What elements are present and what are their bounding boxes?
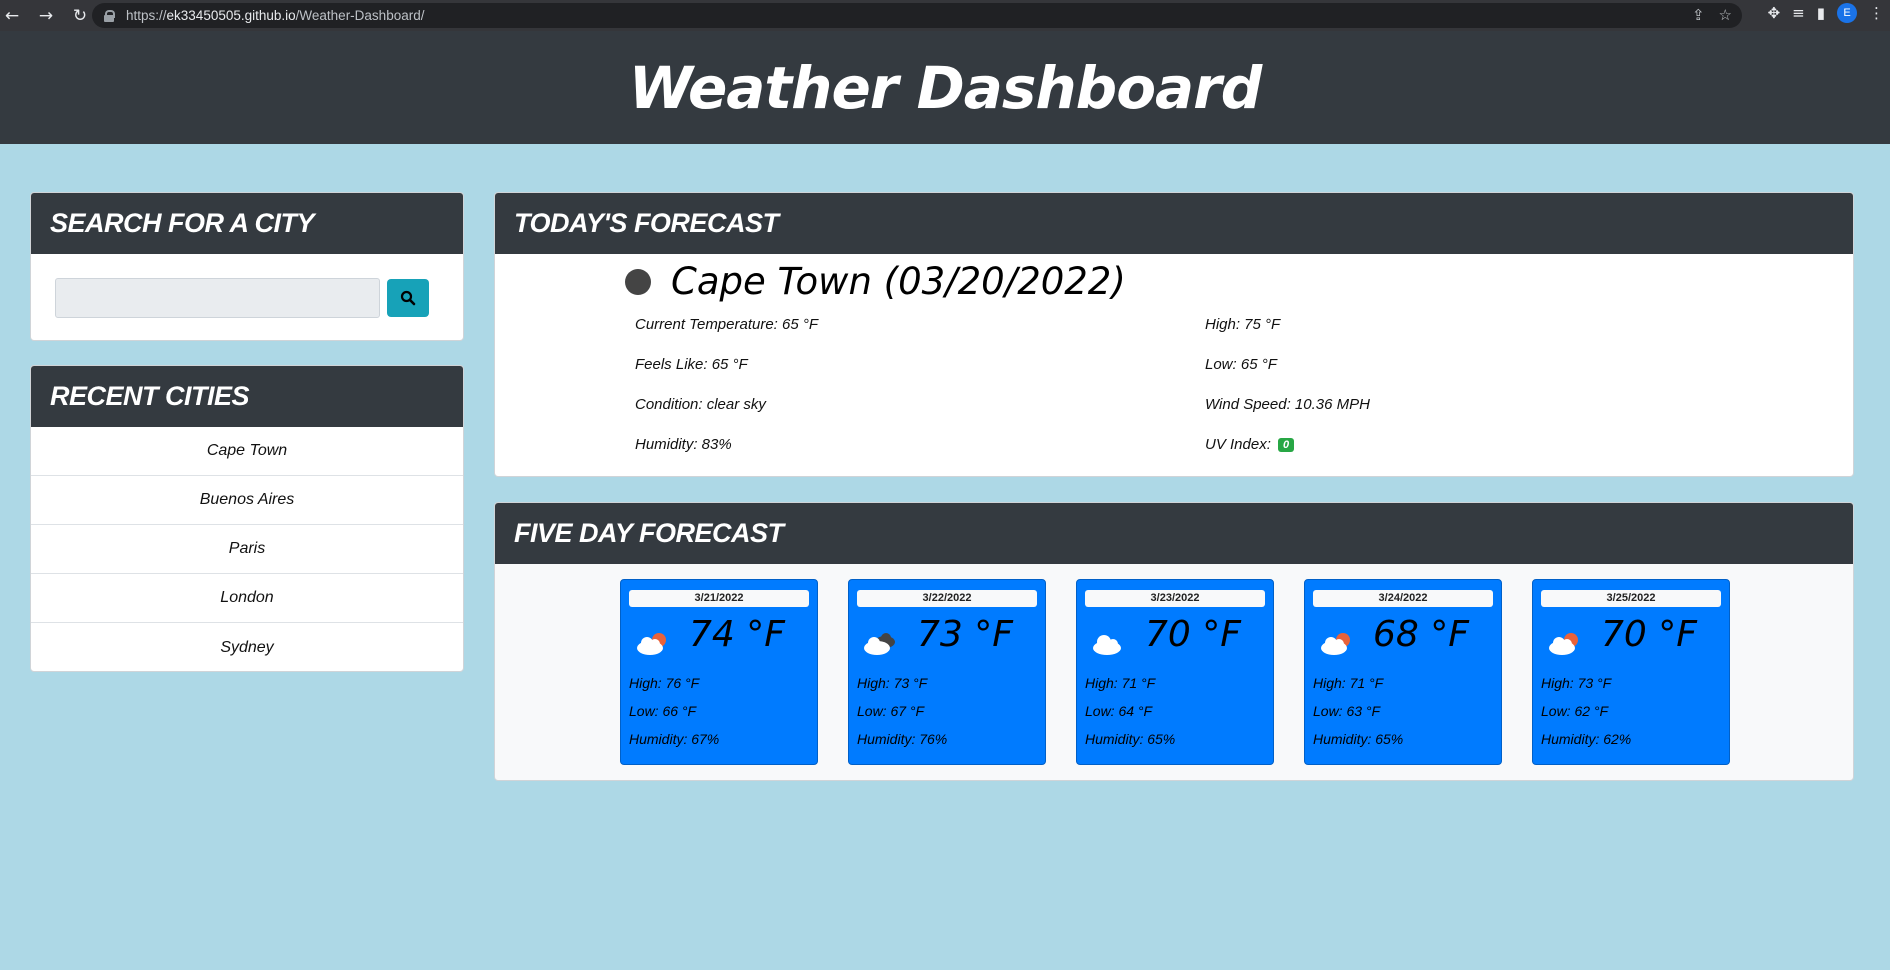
bookmark-star-icon[interactable]: ☆ — [1719, 6, 1732, 24]
forecast-day-card: 3/21/2022 74 °F High: 76 °F Low: 66 °F H… — [620, 579, 818, 765]
uv-index-badge: 0 — [1278, 438, 1295, 453]
todays-forecast-title: TODAY'S FORECAST — [514, 208, 779, 238]
forward-icon[interactable]: → — [36, 6, 56, 26]
back-icon[interactable]: ← — [2, 6, 22, 26]
search-button[interactable] — [387, 279, 429, 317]
search-icon — [400, 290, 416, 306]
share-icon[interactable]: ⇪ — [1692, 6, 1705, 24]
few-clouds-sun-icon — [637, 633, 666, 655]
forecast-date: 3/24/2022 — [1313, 590, 1493, 607]
search-card-header: SEARCH FOR A CITY — [31, 193, 463, 254]
cloud-icon — [1093, 635, 1121, 655]
page-title: Weather Dashboard — [628, 53, 1263, 122]
forecast-temp: 74 °F — [689, 614, 785, 655]
clear-sky-icon — [625, 268, 651, 295]
recent-city-item[interactable]: London — [31, 574, 463, 623]
forecast-day-card: 3/25/2022 70 °F High: 73 °F Low: 62 °F H… — [1532, 579, 1730, 765]
forecast-date: 3/23/2022 — [1085, 590, 1265, 607]
recent-city-item[interactable]: Paris — [31, 525, 463, 574]
forecast-humidity: Humidity: 76% — [857, 731, 948, 747]
uv-index: UV Index: 0 — [1205, 436, 1295, 453]
forecast-day-card: 3/22/2022 73 °F High: 73 °F Low: 67 °F H… — [848, 579, 1046, 765]
five-day-forecast-title: FIVE DAY FORECAST — [514, 518, 784, 548]
forecast-high: High: 73 °F — [1541, 675, 1612, 691]
forecast-date: 3/25/2022 — [1541, 590, 1721, 607]
broken-clouds-icon — [864, 633, 895, 655]
forecast-temp: 70 °F — [1145, 614, 1241, 655]
humidity: Humidity: 83% — [635, 436, 732, 453]
recent-city-item[interactable]: Sydney — [31, 623, 463, 671]
recent-city-item[interactable]: Cape Town — [31, 427, 463, 476]
forecast-date: 3/21/2022 — [629, 590, 809, 607]
forecast-low: Low: 62 °F — [1541, 703, 1609, 719]
url-prefix: https:// — [126, 8, 167, 23]
profile-avatar[interactable]: E — [1837, 3, 1857, 23]
recent-city-item[interactable]: Buenos Aires — [31, 476, 463, 525]
forecast-humidity: Humidity: 65% — [1313, 731, 1404, 747]
forecast-low: Low: 67 °F — [857, 703, 925, 719]
forecast-temp: 68 °F — [1373, 614, 1469, 655]
url-host: ek33450505.github.io — [166, 8, 296, 23]
recent-cities-list: Cape Town Buenos Aires Paris London Sydn… — [31, 427, 463, 671]
extensions-icon[interactable]: ✥ — [1768, 4, 1781, 22]
few-clouds-sun-icon — [1321, 633, 1350, 655]
forecast-humidity: Humidity: 67% — [629, 731, 720, 747]
forecast-high: High: 71 °F — [1085, 675, 1156, 691]
menu-kebab-icon[interactable]: ⋮ — [1869, 4, 1884, 22]
browser-toolbar: ← → ↻ https://ek33450505.github.io/Weath… — [0, 0, 1890, 31]
browser-nav: ← → ↻ — [0, 6, 90, 26]
forecast-high: High: 73 °F — [857, 675, 928, 691]
forecast-low: Low: 64 °F — [1085, 703, 1153, 719]
recent-cities-title: RECENT CITIES — [50, 381, 250, 411]
condition: Condition: clear sky — [635, 396, 766, 413]
todays-forecast-card: TODAY'S FORECAST Cape Town (03/20/2022) … — [494, 192, 1854, 477]
forecast-high: High: 71 °F — [1313, 675, 1384, 691]
forecast-high: High: 76 °F — [629, 675, 700, 691]
recent-cities-card: RECENT CITIES Cape Town Buenos Aires Par… — [30, 365, 464, 672]
few-clouds-sun-icon — [1549, 633, 1578, 655]
url-path: /Weather-Dashboard/ — [295, 8, 425, 23]
forecast-date: 3/22/2022 — [857, 590, 1037, 607]
forecast-temp: 70 °F — [1601, 614, 1697, 655]
search-card-title: SEARCH FOR A CITY — [50, 208, 315, 238]
current-temperature: Current Temperature: 65 °F — [635, 316, 819, 333]
side-panel-icon[interactable]: ▮ — [1817, 4, 1825, 22]
todays-forecast-header: TODAY'S FORECAST — [495, 193, 1853, 254]
five-day-forecast-header: FIVE DAY FORECAST — [495, 503, 1853, 564]
low-temp: Low: 65 °F — [1205, 356, 1277, 373]
wind-speed: Wind Speed: 10.36 MPH — [1205, 396, 1370, 413]
today-city-date: Cape Town (03/20/2022) — [671, 260, 1126, 303]
forecast-temp: 73 °F — [917, 614, 1013, 655]
address-bar[interactable]: https://ek33450505.github.io/Weather-Das… — [92, 3, 1742, 28]
forecast-low: Low: 63 °F — [1313, 703, 1381, 719]
forecast-low: Low: 66 °F — [629, 703, 697, 719]
reading-list-icon[interactable]: ≡ — [1792, 4, 1805, 22]
city-search-input[interactable] — [55, 278, 380, 318]
forecast-day-card: 3/23/2022 70 °F High: 71 °F Low: 64 °F H… — [1076, 579, 1274, 765]
reload-icon[interactable]: ↻ — [70, 6, 90, 26]
page-header: Weather Dashboard — [0, 31, 1890, 144]
forecast-humidity: Humidity: 62% — [1541, 731, 1632, 747]
lock-icon — [104, 9, 115, 22]
today-city-heading: Cape Town (03/20/2022) — [625, 260, 1126, 303]
uv-index-label: UV Index: — [1205, 436, 1271, 453]
forecast-day-card: 3/24/2022 68 °F High: 71 °F Low: 63 °F H… — [1304, 579, 1502, 765]
recent-cities-header: RECENT CITIES — [31, 366, 463, 427]
search-card: SEARCH FOR A CITY — [30, 192, 464, 341]
feels-like: Feels Like: 65 °F — [635, 356, 748, 373]
five-day-forecast-card: FIVE DAY FORECAST 3/21/2022 74 °F High: … — [494, 502, 1854, 781]
forecast-humidity: Humidity: 65% — [1085, 731, 1176, 747]
high-temp: High: 75 °F — [1205, 316, 1281, 333]
